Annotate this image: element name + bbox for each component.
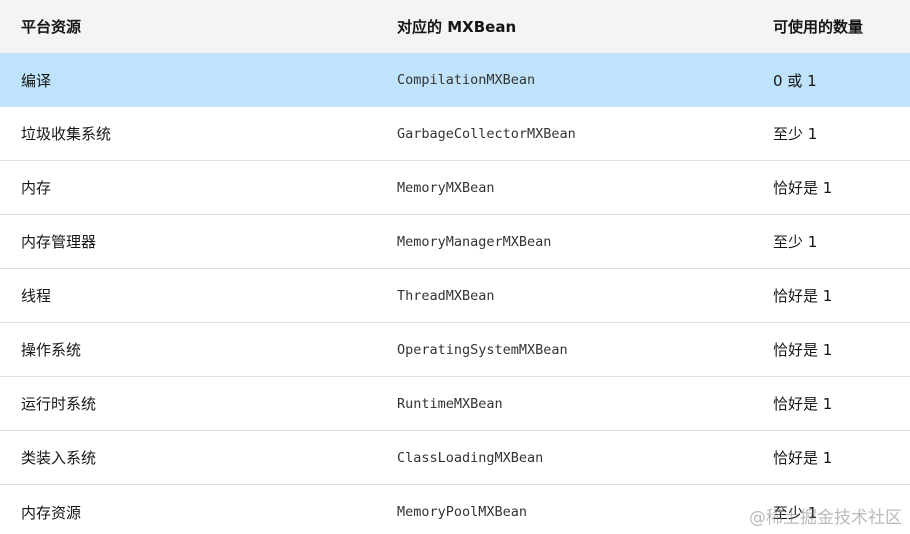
mxbean-cell: MemoryMXBean <box>397 179 495 196</box>
count-cell: 至少 1 <box>773 233 818 251</box>
table-row[interactable]: 类装入系统 ClassLoadingMXBean 恰好是 1 <box>0 431 910 485</box>
table-row[interactable]: 内存管理器 MemoryManagerMXBean 至少 1 <box>0 215 910 269</box>
count-cell: 恰好是 1 <box>773 179 833 197</box>
table-row[interactable]: 线程 ThreadMXBean 恰好是 1 <box>0 269 910 323</box>
mxbean-table: 平台资源 对应的 MXBean 可使用的数量 编译 CompilationMXB… <box>0 0 910 534</box>
mxbean-cell: MemoryPoolMXBean <box>397 504 528 520</box>
resource-cell: 垃圾收集系统 <box>21 125 112 143</box>
resource-cell: 线程 <box>21 287 52 305</box>
mxbean-cell: RuntimeMXBean <box>397 395 503 412</box>
mxbean-cell: OperatingSystemMXBean <box>397 341 568 358</box>
mxbean-cell: GarbageCollectorMXBean <box>397 125 576 142</box>
count-cell: 至少 1 <box>773 125 818 143</box>
table-header: 平台资源 对应的 MXBean 可使用的数量 <box>0 0 910 53</box>
resource-cell: 内存管理器 <box>21 233 97 251</box>
table-row[interactable]: 垃圾收集系统 GarbageCollectorMXBean 至少 1 <box>0 107 910 161</box>
header-platform-resource: 平台资源 <box>21 18 82 36</box>
table-row[interactable]: 操作系统 OperatingSystemMXBean 恰好是 1 <box>0 323 910 377</box>
count-cell: 0 或 1 <box>773 71 817 90</box>
mxbean-cell: ThreadMXBean <box>397 287 495 304</box>
table-row[interactable]: 内存 MemoryMXBean 恰好是 1 <box>0 161 910 215</box>
header-count: 可使用的数量 <box>773 18 864 36</box>
table-row[interactable]: 运行时系统 RuntimeMXBean 恰好是 1 <box>0 377 910 431</box>
resource-cell: 操作系统 <box>21 341 82 359</box>
resource-cell: 内存资源 <box>21 503 82 522</box>
count-cell: 恰好是 1 <box>773 395 833 413</box>
resource-cell: 编译 <box>21 71 52 90</box>
count-cell: 恰好是 1 <box>773 287 833 305</box>
mxbean-cell: ClassLoadingMXBean <box>397 449 544 466</box>
resource-cell: 类装入系统 <box>21 449 97 467</box>
resource-cell: 运行时系统 <box>21 395 97 413</box>
mxbean-cell: CompilationMXBean <box>397 72 536 88</box>
watermark: @稀土掘金技术社区 <box>749 508 902 528</box>
resource-cell: 内存 <box>21 179 52 197</box>
table-row[interactable]: 编译 CompilationMXBean 0 或 1 <box>0 53 910 107</box>
mxbean-cell: MemoryManagerMXBean <box>397 233 552 250</box>
count-cell: 恰好是 1 <box>773 341 833 359</box>
header-mxbean: 对应的 MXBean <box>397 18 517 36</box>
count-cell: 恰好是 1 <box>773 449 833 467</box>
